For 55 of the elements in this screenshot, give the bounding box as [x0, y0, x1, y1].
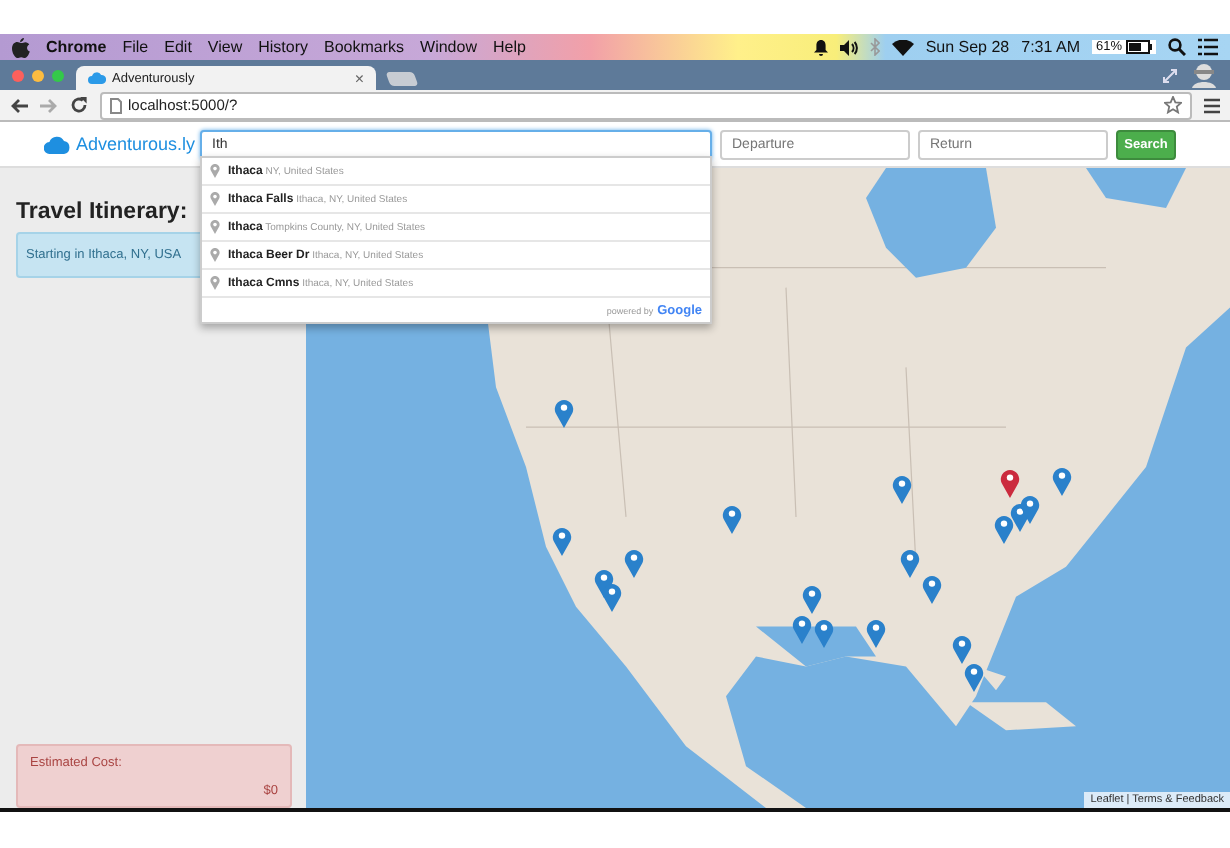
bay-area: [866, 168, 996, 278]
search-icon[interactable]: [1168, 38, 1186, 56]
itinerary-title: Travel Itinerary:: [16, 200, 190, 224]
pin-icon: [210, 164, 220, 178]
map-marker-icon[interactable]: [922, 574, 942, 604]
menu-item[interactable]: Edit: [164, 38, 192, 56]
speaker-icon[interactable]: [839, 39, 858, 55]
clock-text[interactable]: 7:31 AM: [1021, 38, 1080, 56]
cloud-icon: [88, 72, 106, 84]
map-marker-icon[interactable]: [952, 634, 972, 664]
menu-item[interactable]: Bookmarks: [324, 38, 405, 56]
map-marker-icon[interactable]: [802, 584, 822, 614]
menu-item[interactable]: History: [258, 38, 309, 56]
island-shape: [966, 666, 1076, 731]
forward-arrow-icon[interactable]: [40, 97, 58, 113]
map-marker-icon[interactable]: [552, 526, 572, 556]
map-marker-icon[interactable]: [1000, 468, 1020, 498]
map-marker-icon[interactable]: [602, 582, 622, 612]
battery-icon[interactable]: [1126, 40, 1152, 54]
date-text[interactable]: Sun Sep 28: [925, 38, 1010, 56]
cloud-icon: [44, 135, 70, 153]
map-marker-icon[interactable]: [1052, 466, 1072, 496]
fullscreen-icon[interactable]: [1162, 67, 1178, 83]
map-marker-icon[interactable]: [866, 618, 886, 648]
map-marker-icon[interactable]: [1020, 494, 1040, 524]
pin-icon: [210, 248, 220, 262]
list-icon[interactable]: [1198, 38, 1218, 56]
brand-link[interactable]: Adventurous.ly: [76, 134, 196, 154]
pin-icon: [210, 220, 220, 234]
map-marker-icon[interactable]: [814, 618, 834, 648]
menu-item[interactable]: Help: [492, 38, 526, 56]
menu-item[interactable]: File: [122, 38, 149, 56]
tab-close[interactable]: ×: [354, 69, 364, 87]
back-arrow-icon[interactable]: [10, 97, 28, 113]
apple-logo-icon[interactable]: [12, 37, 30, 57]
pin-icon: [210, 192, 220, 206]
menu-icon[interactable]: [1204, 97, 1220, 113]
map-marker-icon[interactable]: [792, 614, 812, 644]
pin-icon: [210, 276, 220, 290]
reload-icon[interactable]: [70, 96, 88, 114]
map-marker-icon[interactable]: [722, 504, 742, 534]
menu-item[interactable]: Window: [420, 38, 477, 56]
map-marker-icon[interactable]: [964, 662, 984, 692]
map-marker-icon[interactable]: [624, 548, 644, 578]
wifi-icon[interactable]: [891, 39, 914, 55]
new-tab-button[interactable]: [385, 72, 419, 86]
map-marker-icon[interactable]: [892, 474, 912, 504]
star-icon[interactable]: [1164, 96, 1182, 114]
map-marker-icon[interactable]: [900, 548, 920, 578]
page-icon: [110, 97, 122, 113]
map-marker-icon[interactable]: [554, 398, 574, 428]
app-menu[interactable]: Chrome: [46, 38, 107, 56]
map-marker-icon[interactable]: [994, 514, 1014, 544]
bell-icon[interactable]: [813, 39, 828, 55]
menu-item[interactable]: View: [207, 38, 243, 56]
